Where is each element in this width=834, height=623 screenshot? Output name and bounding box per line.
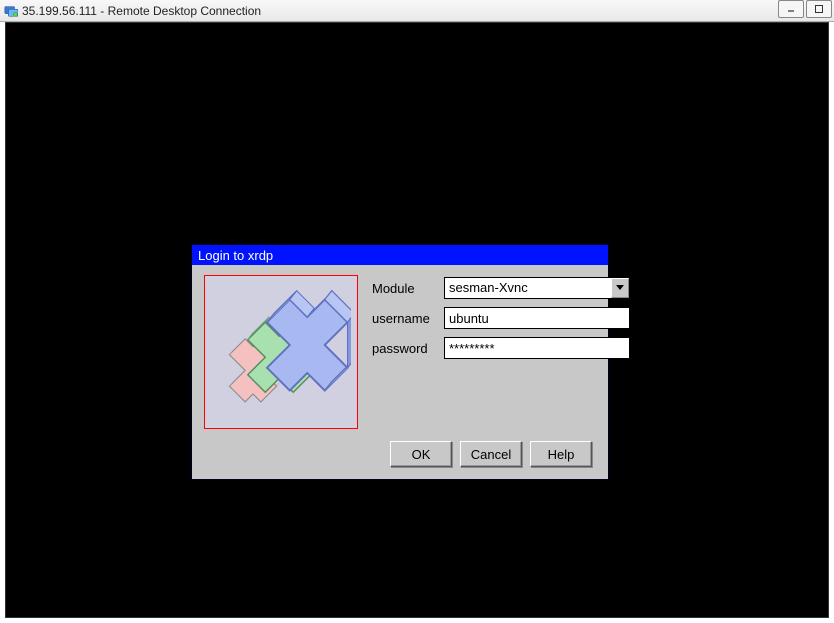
username-input[interactable]: [444, 307, 630, 329]
app-frame: 35.199.56.111 - Remote Desktop Connectio…: [0, 0, 834, 623]
module-select-value: sesman-Xvnc: [444, 277, 630, 299]
dialog-title: Login to xrdp: [192, 245, 608, 265]
password-input[interactable]: [444, 337, 630, 359]
dialog-body: Module sesman-Xvnc username: [192, 265, 608, 479]
cancel-button[interactable]: Cancel: [460, 441, 522, 467]
window-title: 35.199.56.111 - Remote Desktop Connectio…: [22, 4, 261, 18]
xrdp-logo-icon: [204, 275, 358, 429]
module-label: Module: [372, 281, 444, 296]
minimize-button[interactable]: [778, 0, 804, 18]
login-form: Module sesman-Xvnc username: [372, 275, 630, 429]
module-select[interactable]: sesman-Xvnc: [444, 277, 630, 299]
dialog-button-row: OK Cancel Help: [204, 441, 596, 467]
help-button[interactable]: Help: [530, 441, 592, 467]
password-label: password: [372, 341, 444, 356]
window-controls: [778, 0, 832, 18]
username-label: username: [372, 311, 444, 326]
maximize-button[interactable]: [806, 0, 832, 18]
dropdown-arrow-icon: [611, 278, 629, 298]
ok-button[interactable]: OK: [390, 441, 452, 467]
titlebar: 35.199.56.111 - Remote Desktop Connectio…: [0, 0, 834, 22]
rdp-app-icon: [4, 4, 18, 18]
dialog-title-text: Login to xrdp: [198, 248, 273, 263]
xrdp-login-dialog: Login to xrdp: [191, 244, 609, 480]
remote-desktop-viewport: Login to xrdp: [5, 22, 829, 618]
